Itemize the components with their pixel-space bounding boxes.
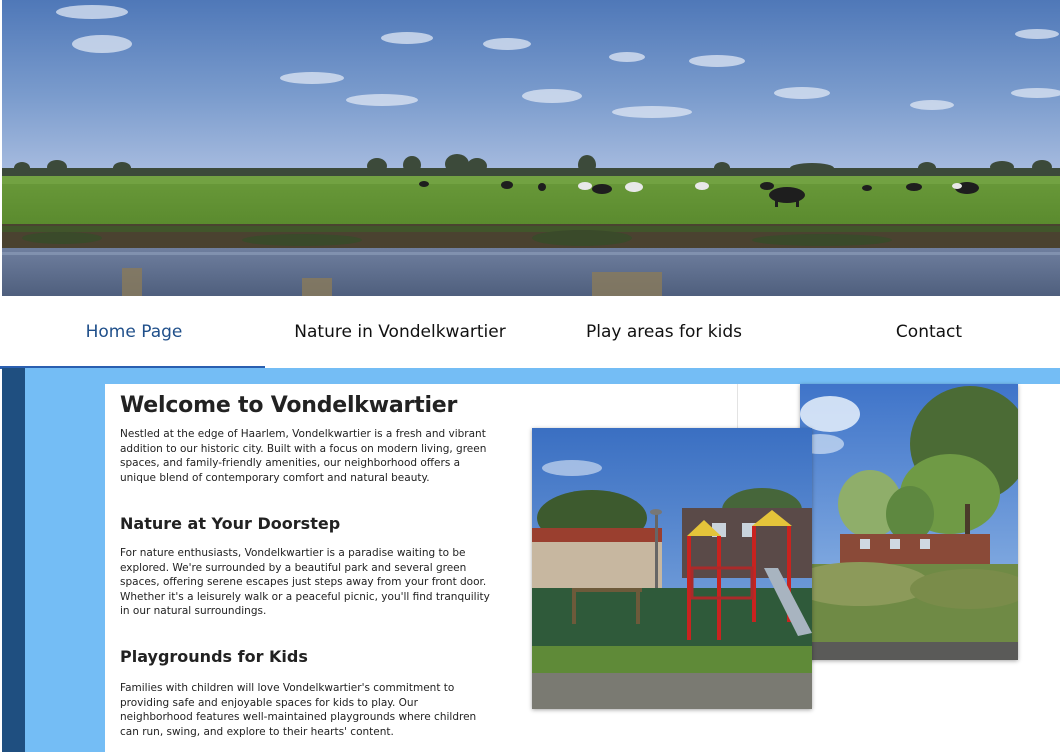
section-heading-playgrounds: Playgrounds for Kids (120, 647, 308, 666)
nav-home-page[interactable]: Home Page (2, 296, 266, 368)
section-heading-nature: Nature at Your Doorstep (120, 514, 341, 533)
nav-nature-in-vondelkwartier[interactable]: Nature in Vondelkwartier (268, 296, 532, 368)
left-accent-stripe (2, 368, 25, 752)
nav-contact[interactable]: Contact (797, 296, 1060, 368)
main-navigation: Home Page Nature in Vondelkwartier Play … (2, 296, 1060, 368)
nav-play-areas-for-kids[interactable]: Play areas for kids (532, 296, 796, 368)
hero-image (2, 0, 1060, 296)
playground-photo (532, 428, 812, 709)
column-divider (737, 384, 738, 428)
page-title: Welcome to Vondelkwartier (120, 393, 458, 418)
section-body-playgrounds: Families with children will love Vondelk… (120, 682, 477, 738)
park-photo (800, 384, 1018, 660)
intro-paragraph: Nestled at the edge of Haarlem, Vondelkw… (120, 428, 487, 484)
section-body-nature: For nature enthusiasts, Vondelkwartier i… (120, 547, 490, 618)
